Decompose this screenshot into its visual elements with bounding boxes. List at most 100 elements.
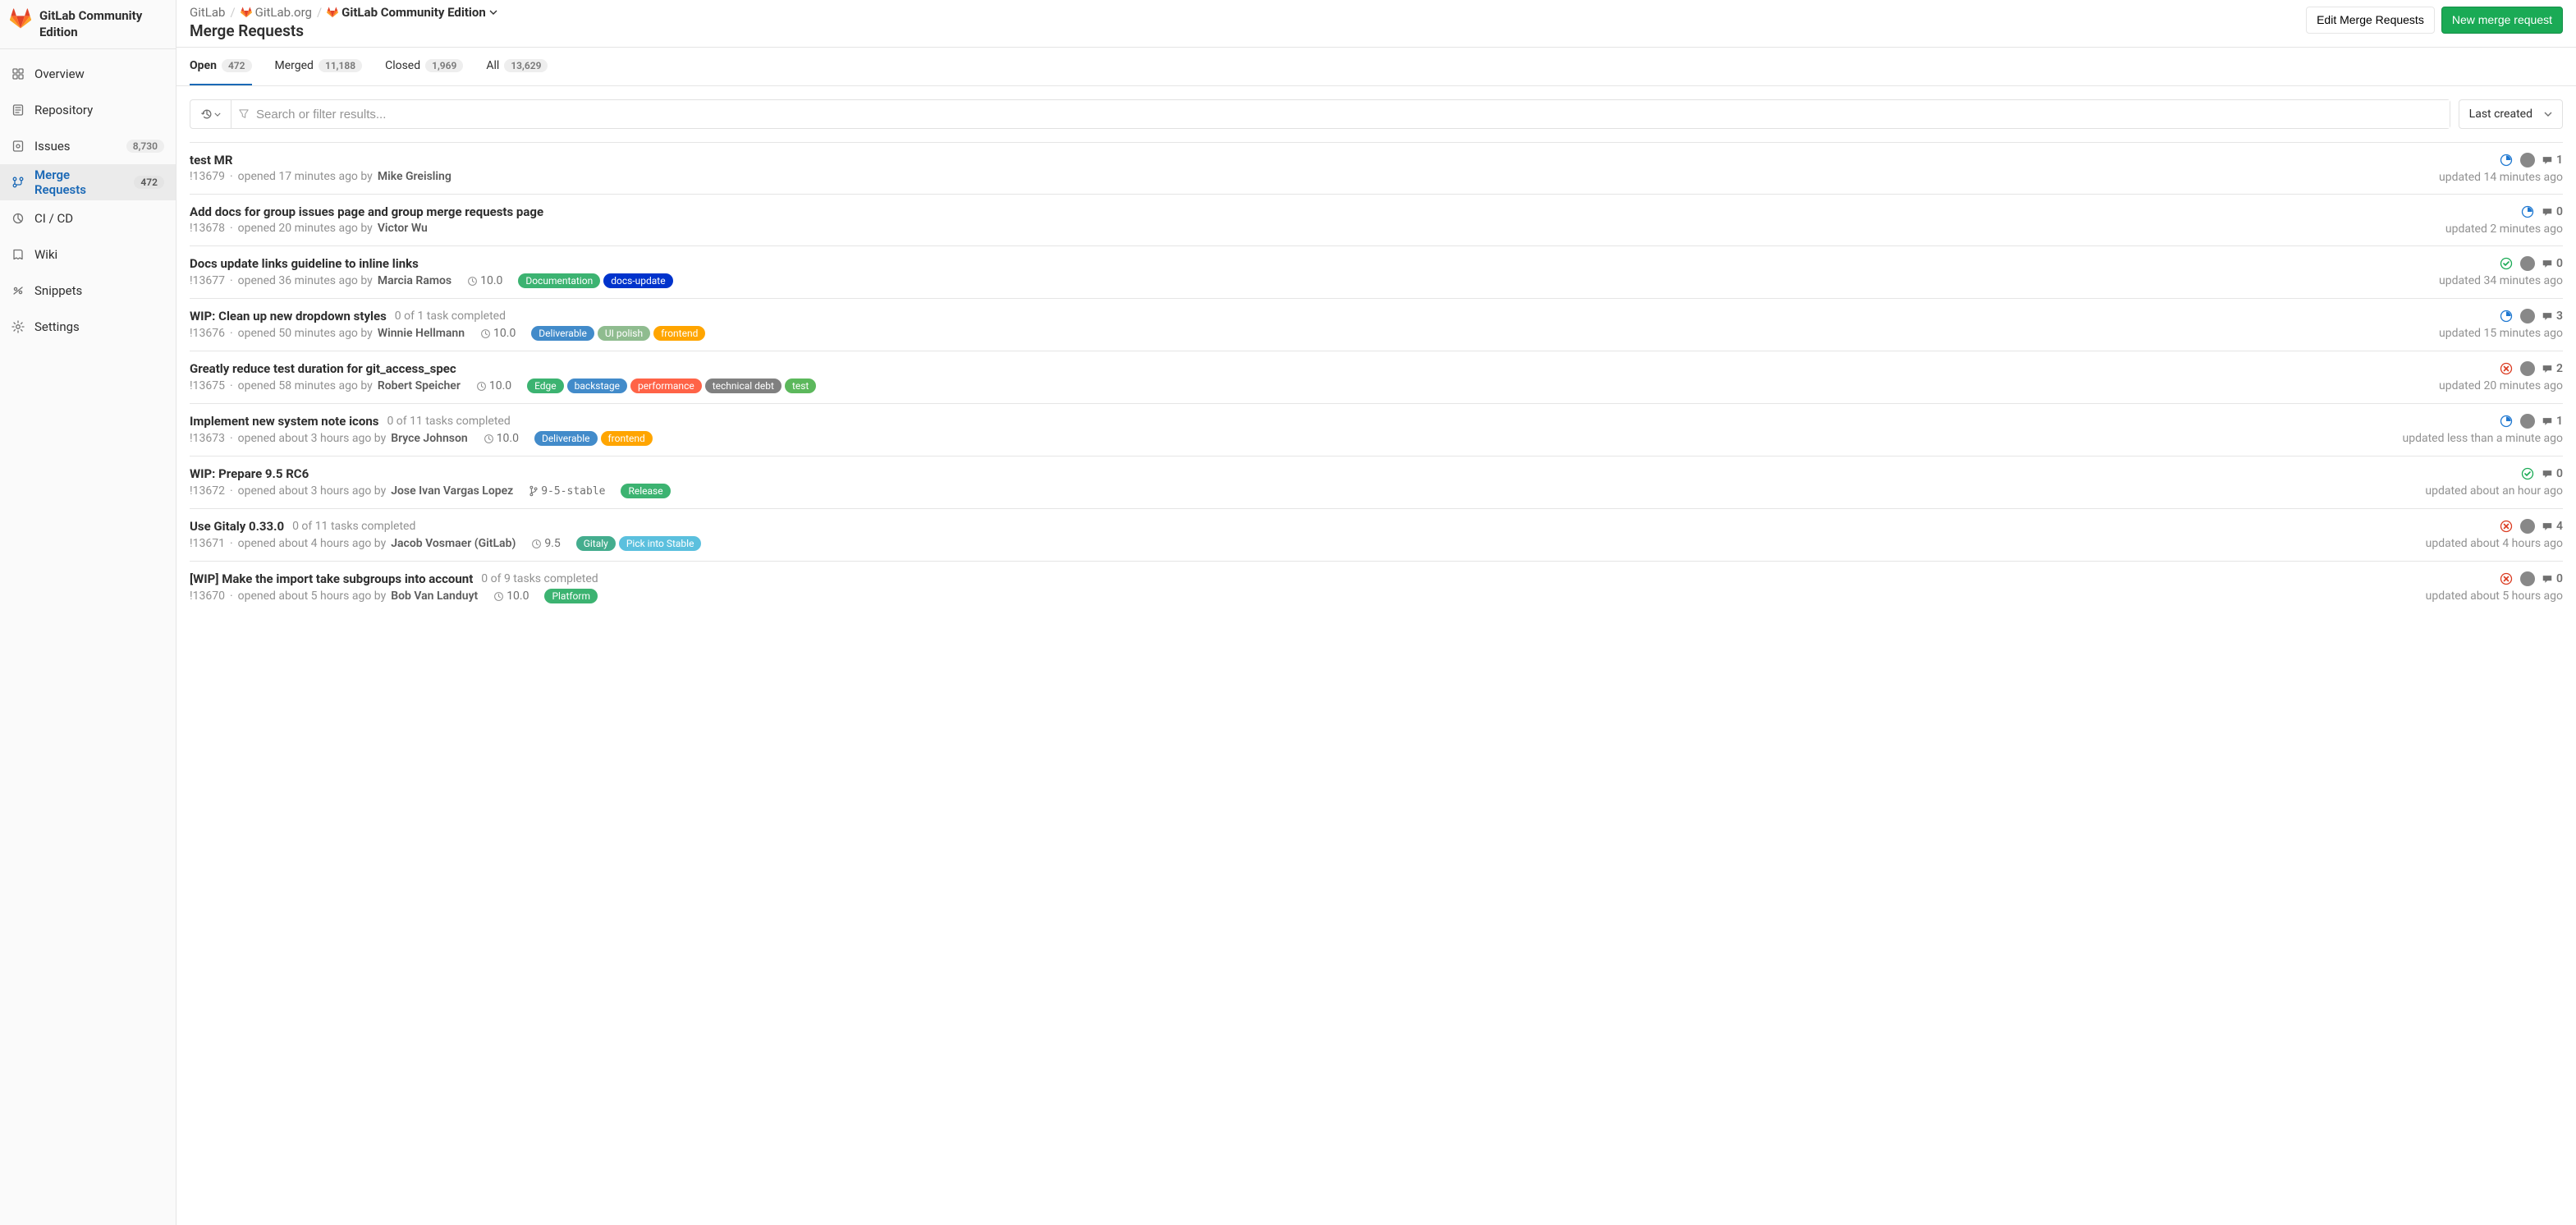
assignee-avatar[interactable] bbox=[2520, 153, 2535, 167]
sidebar-item-issues[interactable]: Issues8,730 bbox=[0, 128, 176, 164]
merge-request-ref[interactable]: !13672 bbox=[190, 484, 225, 498]
merge-request-ref[interactable]: !13673 bbox=[190, 432, 225, 445]
comment-count[interactable]: 0 bbox=[2542, 467, 2563, 480]
ci-success-icon[interactable] bbox=[2520, 466, 2535, 481]
author-link[interactable]: Mike Greisling bbox=[378, 170, 451, 183]
ci-running-icon[interactable] bbox=[2520, 204, 2535, 219]
edit-merge-requests-button[interactable]: Edit Merge Requests bbox=[2306, 7, 2435, 34]
merge-request-title[interactable]: Greatly reduce test duration for git_acc… bbox=[190, 361, 456, 376]
assignee-avatar[interactable] bbox=[2520, 519, 2535, 534]
comment-count[interactable]: 0 bbox=[2542, 257, 2563, 270]
label-pill[interactable]: Edge bbox=[527, 379, 564, 393]
author-link[interactable]: Robert Speicher bbox=[378, 379, 461, 392]
sidebar-item-label: Merge Requests bbox=[34, 167, 124, 197]
label-pill[interactable]: Pick into Stable bbox=[619, 536, 702, 551]
search-input[interactable] bbox=[256, 100, 2450, 128]
merge-request-title[interactable]: test MR bbox=[190, 153, 232, 167]
ci-running-icon[interactable] bbox=[2499, 414, 2514, 429]
comment-count[interactable]: 2 bbox=[2542, 362, 2563, 375]
merge-request-row: test MR!13679 · opened 17 minutes ago by… bbox=[190, 142, 2563, 194]
sort-dropdown[interactable]: Last created bbox=[2459, 99, 2563, 129]
breadcrumb-group[interactable]: GitLab.org bbox=[241, 5, 312, 20]
comment-count[interactable]: 0 bbox=[2542, 572, 2563, 585]
sidebar-item-merge-requests[interactable]: Merge Requests472 bbox=[0, 164, 176, 200]
ci-failed-icon[interactable] bbox=[2499, 361, 2514, 376]
comment-count[interactable]: 1 bbox=[2542, 415, 2563, 428]
milestone[interactable]: 9.5 bbox=[531, 537, 560, 550]
tab-closed[interactable]: Closed1,969 bbox=[385, 48, 463, 85]
milestone[interactable]: 10.0 bbox=[476, 379, 511, 392]
label-pill[interactable]: backstage bbox=[567, 379, 627, 393]
label-pill[interactable]: UI polish bbox=[598, 326, 650, 341]
milestone[interactable]: 10.0 bbox=[467, 274, 502, 287]
breadcrumb-project[interactable]: GitLab Community Edition bbox=[327, 5, 497, 20]
label-pill[interactable]: technical debt bbox=[705, 379, 782, 393]
comment-count[interactable]: 4 bbox=[2542, 520, 2563, 533]
sidebar-item-overview[interactable]: Overview bbox=[0, 56, 176, 92]
author-link[interactable]: Marcia Ramos bbox=[378, 274, 451, 287]
merge-request-title[interactable]: Add docs for group issues page and group… bbox=[190, 204, 543, 219]
ci-running-icon[interactable] bbox=[2499, 153, 2514, 167]
comment-count[interactable]: 1 bbox=[2542, 154, 2563, 167]
comment-count[interactable]: 3 bbox=[2542, 310, 2563, 323]
merge-request-title[interactable]: WIP: Prepare 9.5 RC6 bbox=[190, 466, 309, 481]
merge-request-ref[interactable]: !13678 bbox=[190, 222, 225, 235]
breadcrumb-root[interactable]: GitLab bbox=[190, 5, 225, 20]
assignee-avatar[interactable] bbox=[2520, 309, 2535, 323]
merge-request-ref[interactable]: !13671 bbox=[190, 537, 225, 550]
milestone[interactable]: 10.0 bbox=[484, 432, 519, 445]
sidebar-item-repository[interactable]: Repository bbox=[0, 92, 176, 128]
assignee-avatar[interactable] bbox=[2520, 361, 2535, 376]
merge-request-title[interactable]: [WIP] Make the import take subgroups int… bbox=[190, 571, 473, 586]
merge-request-ref[interactable]: !13676 bbox=[190, 327, 225, 340]
label-pill[interactable]: Release bbox=[621, 484, 670, 498]
label-pill[interactable]: Deliverable bbox=[531, 326, 594, 341]
author-link[interactable]: Jacob Vosmaer (GitLab) bbox=[391, 537, 516, 550]
ci-running-icon[interactable] bbox=[2499, 309, 2514, 323]
new-merge-request-button[interactable]: New merge request bbox=[2441, 7, 2563, 34]
label-pill[interactable]: Gitaly bbox=[576, 536, 616, 551]
milestone[interactable]: 10.0 bbox=[480, 327, 516, 340]
tab-merged[interactable]: Merged11,188 bbox=[275, 48, 363, 85]
author-link[interactable]: Winnie Hellmann bbox=[378, 327, 465, 340]
label-pill[interactable]: Platform bbox=[544, 589, 598, 603]
label-pill[interactable]: docs-update bbox=[603, 273, 672, 288]
ci-failed-icon[interactable] bbox=[2499, 571, 2514, 586]
sidebar-item-snippets[interactable]: Snippets bbox=[0, 273, 176, 309]
author-link[interactable]: Victor Wu bbox=[378, 222, 428, 235]
label-pill[interactable]: Deliverable bbox=[534, 431, 598, 446]
tab-count: 11,188 bbox=[319, 59, 362, 72]
merge-request-title[interactable]: Docs update links guideline to inline li… bbox=[190, 256, 419, 271]
author-link[interactable]: Bob Van Landuyt bbox=[391, 590, 478, 603]
merge-request-ref[interactable]: !13670 bbox=[190, 590, 225, 603]
merge-request-ref[interactable]: !13679 bbox=[190, 170, 225, 183]
sidebar-header[interactable]: GitLab Community Edition bbox=[0, 0, 176, 49]
history-dropdown[interactable] bbox=[190, 100, 231, 128]
merge-request-title[interactable]: WIP: Clean up new dropdown styles bbox=[190, 309, 387, 323]
tab-open[interactable]: Open472 bbox=[190, 48, 252, 85]
assignee-avatar[interactable] bbox=[2520, 256, 2535, 271]
label-pill[interactable]: frontend bbox=[653, 326, 705, 341]
comment-count[interactable]: 0 bbox=[2542, 205, 2563, 218]
label-pill[interactable]: performance bbox=[630, 379, 702, 393]
merge-request-title[interactable]: Use Gitaly 0.33.0 bbox=[190, 519, 284, 534]
merge-request-ref[interactable]: !13675 bbox=[190, 379, 225, 392]
assignee-avatar[interactable] bbox=[2520, 571, 2535, 586]
ci-success-icon[interactable] bbox=[2499, 256, 2514, 271]
sidebar-item-ci-cd[interactable]: CI / CD bbox=[0, 200, 176, 236]
label-pill[interactable]: Documentation bbox=[518, 273, 600, 288]
author-link[interactable]: Bryce Johnson bbox=[391, 432, 468, 445]
assignee-avatar[interactable] bbox=[2520, 414, 2535, 429]
milestone[interactable]: 10.0 bbox=[493, 590, 529, 603]
merge-request-ref[interactable]: !13677 bbox=[190, 274, 225, 287]
author-link[interactable]: Jose Ivan Vargas Lopez bbox=[391, 484, 513, 498]
branch-ref[interactable]: 9-5-stable bbox=[529, 485, 605, 498]
ci-failed-icon[interactable] bbox=[2499, 519, 2514, 534]
sidebar-item-settings[interactable]: Settings bbox=[0, 309, 176, 345]
label-pill[interactable]: frontend bbox=[601, 431, 653, 446]
merge-request-title[interactable]: Implement new system note icons bbox=[190, 414, 378, 429]
tab-all[interactable]: All13,629 bbox=[486, 48, 548, 85]
merge-request-list: test MR!13679 · opened 17 minutes ago by… bbox=[176, 142, 2576, 613]
label-pill[interactable]: test bbox=[785, 379, 816, 393]
sidebar-item-wiki[interactable]: Wiki bbox=[0, 236, 176, 273]
